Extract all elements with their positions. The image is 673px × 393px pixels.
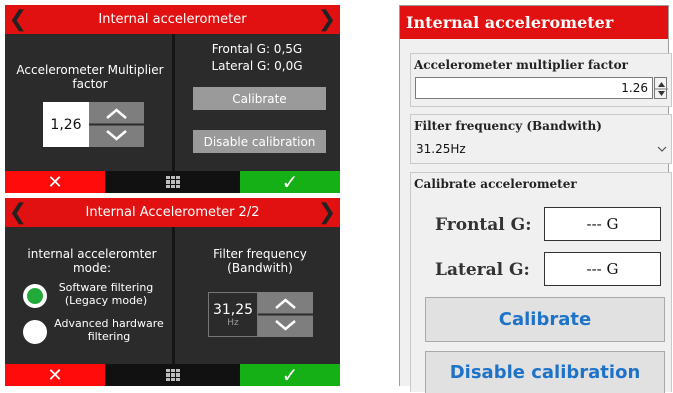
filter-frequency-group: Filter frequency (Bandwith) 31.25Hz (410, 114, 672, 164)
lateral-g-readout: Lateral G: 0,0G (211, 59, 303, 73)
filter-frequency-selected: 31.25Hz (416, 142, 466, 156)
frontal-g-readout: Frontal G: 0,5G (211, 42, 303, 56)
calibrate-group-label: Calibrate accelerometer (414, 177, 577, 191)
multiplier-input-value: 1.26 (621, 81, 648, 95)
lateral-g-label: Lateral G: (435, 260, 530, 280)
filter-group-label: Filter frequency (Bandwith) (414, 119, 602, 133)
disable-calibration-button[interactable]: Disable calibration (193, 130, 326, 153)
radio-software-label: Software filtering (Legacy mode) (58, 281, 154, 307)
prev-page-button[interactable]: ❮ (7, 5, 29, 34)
spin-arrows-icon (655, 82, 668, 96)
filter-frequency-select[interactable]: 31.25Hz (413, 137, 669, 161)
prev-page-button[interactable]: ❮ (7, 198, 29, 227)
panel-divider (172, 34, 175, 171)
stepper-arrows-icon (258, 298, 313, 331)
disable-calibration-button[interactable]: Disable calibration (425, 351, 665, 393)
calibrate-group: Calibrate accelerometer Frontal G: --- G… (410, 172, 672, 393)
screen-title-bar: Internal Accelerometer 2/2 (5, 198, 340, 227)
multiplier-group-label: Accelerometer multiplier factor (414, 58, 628, 72)
calibrate-button[interactable]: Calibrate (425, 297, 665, 342)
stepper-arrows-icon (89, 108, 144, 141)
panel-divider (172, 227, 175, 364)
chevron-up-icon (275, 298, 296, 309)
screen-bottom-bar: ✕ ✓ (5, 170, 340, 194)
screen-title: Internal accelerometer (98, 12, 247, 27)
multiplier-group: Accelerometer multiplier factor 1.26 (410, 53, 672, 107)
radio-selected-icon (23, 284, 47, 308)
screen-title: Internal Accelerometer 2/2 (85, 205, 260, 220)
multiplier-stepper[interactable] (89, 102, 144, 147)
mode-label: internal acceleromter mode: (27, 247, 157, 275)
menu-button[interactable] (105, 364, 240, 386)
multiplier-label: Accelerometer Multiplier factor (16, 63, 164, 91)
chevron-down-icon (657, 146, 667, 152)
filter-frequency-value: 31,25 (212, 301, 254, 318)
radio-hardware-label: Advanced hardware filtering (54, 317, 164, 343)
multiplier-spin-button[interactable] (654, 77, 668, 99)
accelerometer-settings-window: Internal accelerometer Accelerometer mul… (399, 5, 672, 393)
chevron-down-icon (106, 130, 127, 141)
filter-frequency-label: Filter frequency (Bandwith) (213, 247, 307, 275)
screen-title-bar: Internal accelerometer (5, 5, 340, 34)
cancel-button[interactable]: ✕ (5, 364, 105, 386)
filter-frequency-value-box: 31,25 Hz (208, 292, 258, 337)
chevron-down-icon (275, 320, 296, 331)
filter-frequency-unit: Hz (227, 317, 239, 328)
lateral-g-value: --- G (544, 252, 661, 286)
radio-software-filtering[interactable]: Software filtering (Legacy mode) (22, 281, 172, 313)
next-page-button[interactable]: ❯ (316, 5, 338, 34)
frontal-g-label: Frontal G: (435, 215, 532, 235)
chevron-up-icon (106, 108, 127, 119)
screen-bottom-bar: ✕ ✓ (5, 363, 340, 387)
multiplier-input[interactable]: 1.26 (415, 77, 653, 99)
grid-menu-icon (165, 369, 180, 381)
calibrate-button[interactable]: Calibrate (193, 87, 326, 110)
multiplier-value: 1,26 (43, 102, 89, 147)
cancel-button[interactable]: ✕ (5, 171, 105, 193)
device-screen-accelerometer-1: Internal accelerometer ❮ ❯ Accelerometer… (5, 5, 340, 194)
frontal-g-value: --- G (544, 207, 661, 241)
grid-menu-icon (165, 176, 180, 188)
device-screen-accelerometer-2: Internal Accelerometer 2/2 ❮ ❯ internal … (5, 198, 340, 387)
filter-frequency-stepper[interactable] (258, 292, 313, 337)
window-title: Internal accelerometer (400, 6, 668, 39)
next-page-button[interactable]: ❯ (316, 198, 338, 227)
confirm-button[interactable]: ✓ (240, 363, 340, 387)
radio-hardware-filtering[interactable]: Advanced hardware filtering (22, 317, 172, 349)
confirm-button[interactable]: ✓ (240, 170, 340, 194)
menu-button[interactable] (105, 171, 240, 193)
